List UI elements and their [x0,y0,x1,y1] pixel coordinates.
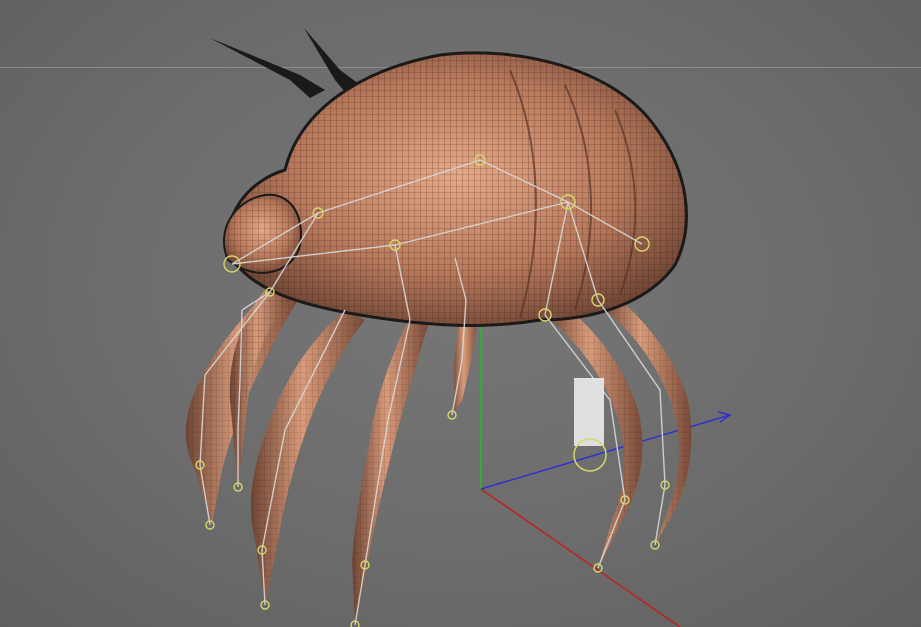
mite-model-scene[interactable] [0,0,921,627]
manipulator-handle [574,378,604,446]
3d-viewport[interactable] [0,0,921,627]
